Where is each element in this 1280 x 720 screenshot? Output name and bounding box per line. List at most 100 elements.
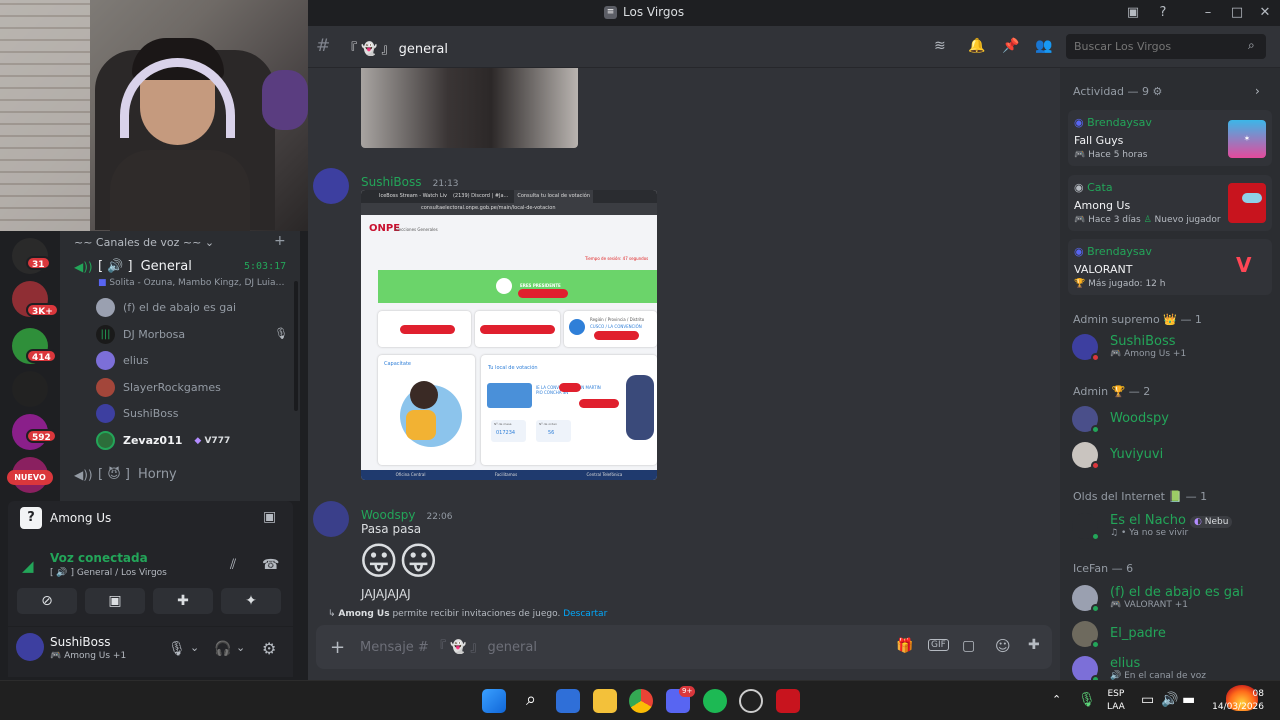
- voice-icon: 🔊: [1110, 671, 1125, 680]
- member-item[interactable]: (f) el de abajo es gai 🎮 VALORANT +1: [1072, 585, 1244, 613]
- avatar: [1072, 585, 1100, 613]
- divider: [8, 626, 293, 627]
- chevron-down-icon[interactable]: ⌄: [236, 641, 245, 654]
- soundboard-icon: ✦: [245, 593, 257, 609]
- voice-user[interactable]: SlayerRockgames: [96, 378, 221, 397]
- voice-user-speaking[interactable]: Zevaz011 ◆ V777: [96, 431, 230, 450]
- inbox-icon[interactable]: ▣: [1124, 4, 1142, 22]
- activity-game: Fall Guys: [1074, 134, 1124, 147]
- voice-channel-general[interactable]: ◀)) [ 🔊 ] General: [74, 259, 192, 274]
- discord-icon: ◉: [1074, 116, 1088, 129]
- server-icon-4[interactable]: [12, 371, 48, 407]
- avatar[interactable]: [313, 168, 349, 204]
- avatar[interactable]: [313, 501, 349, 537]
- threads-icon[interactable]: ≋: [934, 38, 946, 54]
- user-status-text: Among Us +1: [64, 651, 127, 661]
- message-author[interactable]: Woodspy: [361, 508, 415, 522]
- message-input[interactable]: [360, 625, 840, 669]
- attach-plus-icon[interactable]: +: [330, 637, 345, 658]
- close-icon[interactable]: ✕: [1256, 4, 1274, 22]
- activity-section-label: Actividad — 9: [1073, 85, 1150, 98]
- category-voice-channels[interactable]: ~~ Canales de voz ~~ ⌄: [74, 236, 214, 249]
- channel-scrollbar[interactable]: [294, 281, 298, 411]
- network-icon[interactable]: ▭: [1141, 692, 1154, 708]
- dismiss-link[interactable]: Descartar: [563, 609, 607, 619]
- activity-card[interactable]: ◉ Brendaysav Fall Guys 🎮 Hace 5 horas ✶: [1068, 110, 1272, 166]
- voice-status[interactable]: Voz conectada: [50, 551, 148, 565]
- music-note-icon: ♫: [1110, 528, 1121, 538]
- chrome-icon[interactable]: [629, 689, 653, 713]
- settings-gear-icon[interactable]: ⚙: [262, 639, 276, 658]
- microphone-icon[interactable]: 🎙: [168, 641, 186, 657]
- store-icon[interactable]: [556, 689, 580, 713]
- search-icon[interactable]: ⌕: [519, 689, 543, 713]
- activity-card[interactable]: ◉ Cata Among Us 🎮 Hace 3 días ♙ Nuevo ju…: [1068, 175, 1272, 231]
- add-channel-icon[interactable]: +: [274, 233, 286, 249]
- image-attachment-screenshot[interactable]: IceBoss Stream - Watch Liv (2139) Discor…: [361, 190, 657, 480]
- maximize-icon[interactable]: □: [1228, 4, 1246, 22]
- sticker-icon[interactable]: ▢: [962, 638, 975, 654]
- member-item[interactable]: Es el Nacho ◐ Nebu ♫ • Ya no se vivir: [1072, 513, 1233, 541]
- channel-name: General: [140, 259, 192, 274]
- gif-icon[interactable]: GIF: [928, 639, 949, 651]
- message-author[interactable]: SushiBoss: [361, 175, 422, 189]
- activity-game: Among Us: [1074, 199, 1131, 212]
- member-item[interactable]: Yuviyuvi: [1072, 442, 1163, 470]
- previous-image-attachment[interactable]: [361, 68, 578, 148]
- redaction: [579, 399, 619, 408]
- chevron-right-icon[interactable]: ›: [1255, 84, 1260, 98]
- apps-icon[interactable]: ✚: [1028, 637, 1040, 653]
- voice-user[interactable]: ||| DJ Morbosa: [96, 325, 185, 344]
- hashtag-icon: #: [316, 36, 331, 56]
- member-item[interactable]: El_padre: [1072, 621, 1166, 649]
- minimize-icon[interactable]: –: [1199, 4, 1217, 22]
- member-item[interactable]: Woodspy: [1072, 406, 1169, 434]
- voice-user[interactable]: SushiBoss: [96, 404, 178, 423]
- activity-card[interactable]: ◉ Brendaysav VALORANT 🏆 Más jugado: 12 h…: [1068, 239, 1272, 295]
- language-indicator[interactable]: ESP LAA: [1107, 688, 1125, 714]
- reply-arrow-icon: ↳: [328, 609, 339, 619]
- noise-suppression-icon[interactable]: ⫽: [230, 557, 236, 573]
- microphone-icon[interactable]: 🎙: [1078, 692, 1096, 708]
- search-input[interactable]: [1074, 34, 1244, 59]
- notification-bell-icon[interactable]: 🔔: [968, 38, 985, 54]
- voice-channel-horny[interactable]: ◀)) [ 😈 ] Horny: [74, 467, 177, 482]
- clock[interactable]: 08 14/03/2026: [1210, 688, 1264, 714]
- battery-icon[interactable]: ▬: [1182, 692, 1195, 708]
- disconnect-icon[interactable]: ☎: [262, 557, 279, 573]
- user-tag-badge: ◆ V777: [194, 436, 230, 446]
- among-us-icon[interactable]: [776, 689, 800, 713]
- voice-user[interactable]: elius: [96, 351, 149, 370]
- soundboard-button[interactable]: ✦: [221, 588, 281, 614]
- chevron-down-icon[interactable]: ⌄: [190, 641, 199, 654]
- member-list-icon[interactable]: 👥: [1035, 38, 1052, 54]
- message-header: SushiBoss 21:13: [361, 171, 459, 190]
- voice-user[interactable]: (f) el de abajo es gai: [96, 298, 236, 317]
- activity-user: ◉ Brendaysav: [1074, 116, 1152, 129]
- obs-icon[interactable]: [739, 689, 763, 713]
- emoji-icon[interactable]: ☺: [995, 637, 1011, 655]
- avatar[interactable]: [16, 633, 44, 661]
- avatar: [1072, 621, 1100, 649]
- member-item[interactable]: SushiBoss 🎮 Among Us +1: [1072, 334, 1186, 362]
- search-box[interactable]: ⌕: [1066, 34, 1266, 59]
- member-item[interactable]: elius 🔊 En el canal de voz: [1072, 656, 1206, 680]
- activities-button[interactable]: ✚: [153, 588, 213, 614]
- signal-icon[interactable]: ◢: [22, 557, 34, 575]
- stream-game-icon[interactable]: ▣: [263, 509, 276, 525]
- volume-icon[interactable]: 🔊: [1161, 692, 1178, 708]
- headphones-icon[interactable]: 🎧: [214, 641, 231, 657]
- spotify-icon[interactable]: [703, 689, 727, 713]
- screen-share-button[interactable]: ▣: [85, 588, 145, 614]
- gift-icon[interactable]: 🎁: [896, 638, 913, 654]
- pin-icon[interactable]: 📌: [1002, 38, 1019, 54]
- member-status-text: En el canal de voz: [1124, 671, 1206, 680]
- footer-link: Oficina Central: [395, 472, 426, 477]
- file-explorer-icon[interactable]: [593, 689, 617, 713]
- discord-icon: ◉: [1074, 245, 1088, 258]
- help-icon[interactable]: ?: [1154, 4, 1172, 22]
- activity-user: ◉ Cata: [1074, 181, 1113, 194]
- chevron-up-icon[interactable]: ⌃: [1052, 693, 1061, 706]
- windows-start-icon[interactable]: [482, 689, 506, 713]
- camera-off-button[interactable]: ⊘: [17, 588, 77, 614]
